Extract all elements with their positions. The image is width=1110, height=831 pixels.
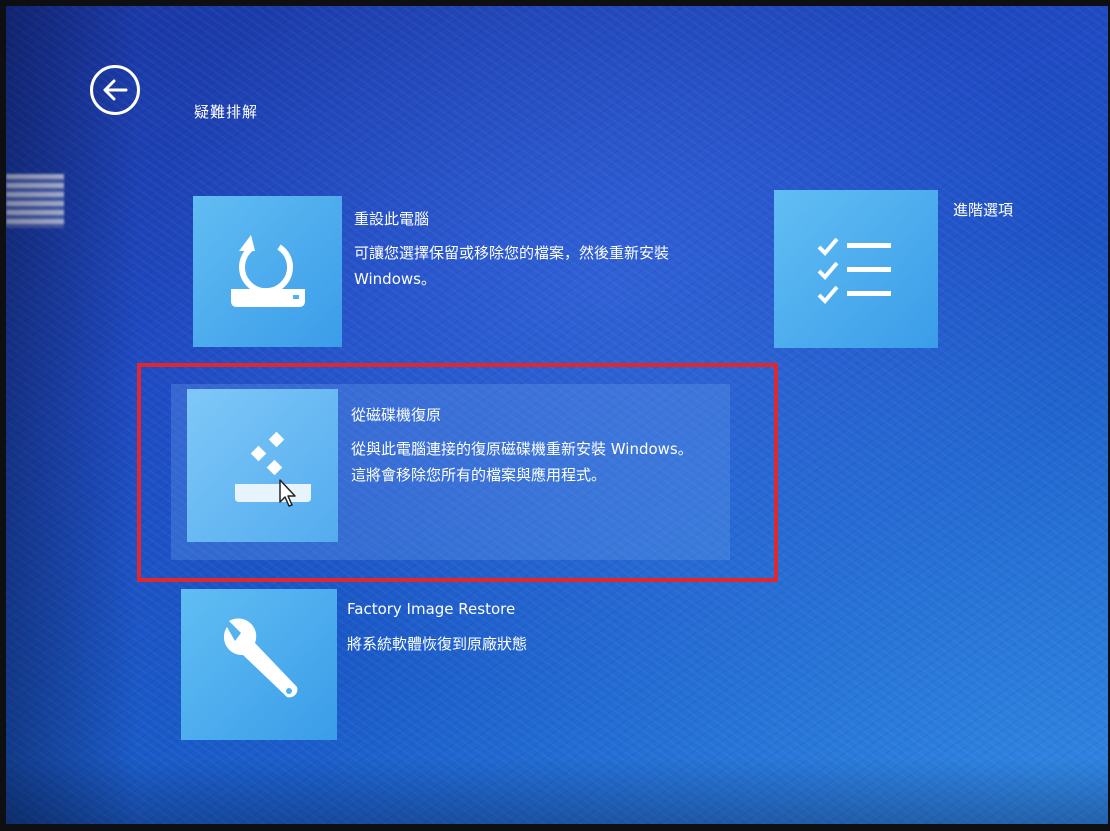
reset-refresh-icon bbox=[230, 234, 305, 307]
reset-pc-description: 可讓您選擇保留或移除您的檔案，然後重新安裝 Windows。 bbox=[354, 244, 670, 288]
checklist-icon bbox=[817, 237, 891, 304]
recover-from-drive-tile[interactable] bbox=[187, 389, 338, 542]
advanced-options-tile[interactable] bbox=[774, 190, 938, 348]
advanced-options-title: 進階選項 bbox=[953, 201, 1014, 219]
reset-pc-tile[interactable] bbox=[193, 196, 342, 347]
factory-image-restore-title: Factory Image Restore bbox=[347, 600, 516, 618]
factory-image-restore-tile[interactable] bbox=[181, 589, 337, 740]
mouse-cursor-icon bbox=[279, 479, 296, 507]
back-button[interactable] bbox=[90, 65, 140, 115]
page-title: 疑難排解 bbox=[194, 103, 259, 121]
screen-glare bbox=[6, 174, 64, 228]
recovery-screen: 疑難排解 重設此電腦 可讓您選擇保留或移除您的檔案，然後重新安裝 Windows… bbox=[6, 6, 1108, 824]
wrench-icon bbox=[223, 617, 298, 697]
arrow-left-icon bbox=[103, 79, 128, 101]
drive-recovery-icon bbox=[234, 431, 311, 502]
recover-from-drive-title: 從磁碟機復原 bbox=[351, 406, 442, 424]
reset-pc-title: 重設此電腦 bbox=[354, 210, 430, 228]
factory-image-restore-description: 將系統軟體恢復到原廠狀態 bbox=[347, 635, 528, 653]
recover-from-drive-description: 從與此電腦連接的復原磁碟機重新安裝 Windows。這將會移除您所有的檔案與應用… bbox=[351, 440, 693, 484]
